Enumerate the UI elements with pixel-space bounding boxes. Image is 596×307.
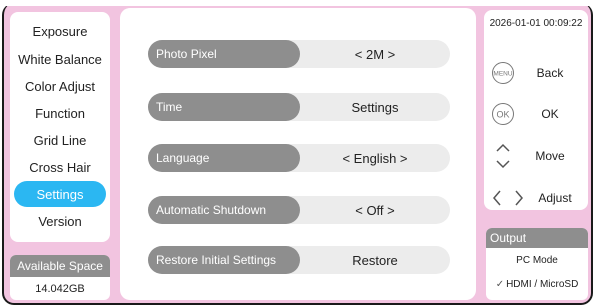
datetime-display: 2026-01-01 00:09:22 <box>489 18 583 29</box>
available-space-value: 14.042GB <box>35 282 85 295</box>
output-header: Output <box>486 228 588 248</box>
setting-label: Photo Pixel <box>148 40 300 68</box>
setting-label: Language <box>148 144 300 172</box>
title-bar-fragment <box>0 0 596 6</box>
setting-label: Restore Initial Settings <box>148 246 300 274</box>
menu-key-icon: MENU <box>490 60 516 86</box>
output-option-pc-mode[interactable]: PC Mode <box>486 248 588 272</box>
settings-menu: Exposure White Balance Color Adjust Func… <box>10 12 110 242</box>
left-right-arrows-icon <box>490 185 526 211</box>
menu-item-white-balance[interactable]: White Balance <box>14 46 106 72</box>
setting-row-photo-pixel[interactable]: Photo Pixel < 2M > <box>148 40 450 68</box>
setting-value[interactable]: < Off > <box>300 196 450 224</box>
checkmark-icon: ✓ <box>495 278 505 290</box>
output-panel: Output PC Mode ✓ HDMI / MicroSD <box>486 228 588 300</box>
back-label: Back <box>536 66 564 80</box>
svg-text:MENU: MENU <box>493 71 512 78</box>
key-back: MENU Back <box>490 58 584 88</box>
output-option-hdmi-microsd[interactable]: ✓ HDMI / MicroSD <box>486 272 588 296</box>
setting-row-automatic-shutdown[interactable]: Automatic Shutdown < Off > <box>148 196 450 224</box>
setting-value[interactable]: Restore <box>300 246 450 274</box>
setting-value[interactable]: Settings <box>300 93 450 121</box>
up-down-arrows-icon <box>490 143 516 169</box>
setting-label: Time <box>148 93 300 121</box>
menu-item-settings[interactable]: Settings <box>14 181 106 207</box>
setting-row-language[interactable]: Language < English > <box>148 144 450 172</box>
adjust-label: Adjust <box>538 191 572 205</box>
setting-value[interactable]: < 2M > <box>300 40 450 68</box>
key-ok: OK OK <box>490 99 584 129</box>
menu-item-exposure[interactable]: Exposure <box>14 18 106 44</box>
setting-row-restore-initial-settings[interactable]: Restore Initial Settings Restore <box>148 246 450 274</box>
menu-item-cross-hair[interactable]: Cross Hair <box>14 154 106 180</box>
key-adjust: Adjust <box>490 183 584 213</box>
setting-row-time[interactable]: Time Settings <box>148 93 450 121</box>
svg-text:OK: OK <box>496 110 509 120</box>
key-move: Move <box>490 141 584 171</box>
output-option-label: PC Mode <box>516 254 558 266</box>
settings-panel: Photo Pixel < 2M > Time Settings Languag… <box>120 8 476 300</box>
ok-key-icon: OK <box>490 101 516 127</box>
menu-item-function[interactable]: Function <box>14 100 106 126</box>
setting-value[interactable]: < English > <box>300 144 450 172</box>
menu-item-color-adjust[interactable]: Color Adjust <box>14 73 106 99</box>
available-space-header: Available Space <box>10 255 110 277</box>
ok-label: OK <box>541 107 559 121</box>
setting-label: Automatic Shutdown <box>148 196 300 224</box>
menu-item-grid-line[interactable]: Grid Line <box>14 127 106 153</box>
menu-item-version[interactable]: Version <box>14 208 106 234</box>
available-space-panel: Available Space 14.042GB <box>10 255 110 300</box>
key-legend-panel: 2026-01-01 00:09:22 MENU Back OK OK Move <box>484 10 588 210</box>
move-label: Move <box>535 149 565 163</box>
output-option-label: HDMI / MicroSD <box>506 278 579 290</box>
